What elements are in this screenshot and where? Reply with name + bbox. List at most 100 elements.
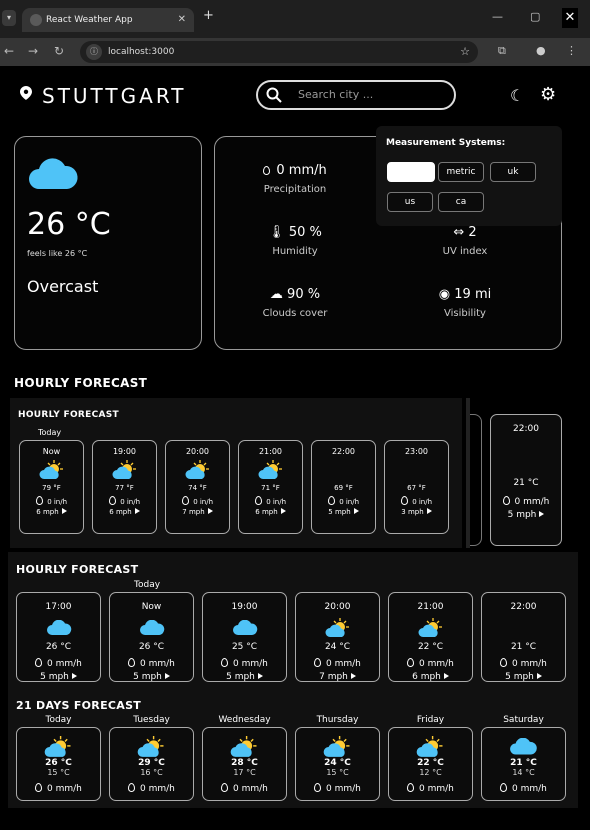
hour-wind: 5 mph — [312, 508, 375, 516]
hour-time: 23:00 — [404, 447, 429, 456]
hour-temp: 24 °C — [324, 642, 351, 652]
day-name: Friday — [416, 715, 445, 725]
unit-option-us[interactable]: us — [387, 192, 433, 212]
hour-temp: 71 °F — [261, 484, 280, 492]
uv-icon: ⇔ — [453, 225, 465, 240]
sun-cloud-icon — [203, 736, 286, 758]
cloud-icon — [17, 618, 100, 638]
hourly-forecast-panel: HOURLY FORECAST Today Now 79 °F 0 in/h 6 m… — [10, 398, 462, 548]
day-high-temp: 24 °C — [324, 758, 351, 768]
sun-cloud-icon — [239, 460, 302, 480]
drop-icon — [407, 658, 415, 667]
stat-clouds: ☁ 90 % Clouds cover — [215, 287, 375, 319]
sun-cloud-icon — [17, 736, 100, 758]
wind-value: 5 mph — [328, 508, 351, 516]
stat-uv-index: ⇔ 2 UV index — [385, 225, 545, 257]
profile-icon[interactable]: ● — [536, 44, 546, 57]
day-high-temp: 22 °C — [417, 758, 444, 768]
wind-direction-icon — [353, 508, 359, 514]
close-window-icon[interactable]: ✕ — [562, 8, 578, 28]
minimize-icon[interactable]: — — [492, 10, 503, 23]
wind-direction-icon — [71, 673, 77, 679]
bookmark-star-icon[interactable]: ☆ — [460, 41, 470, 63]
daily-card: 24 °C 15 °C 0 mm/h — [295, 727, 380, 801]
wind-value: 7 mph — [182, 508, 205, 516]
dark-mode-toggle-icon[interactable]: ☾ — [510, 86, 524, 105]
stat-label: Visibility — [444, 308, 486, 319]
day-low-temp: 12 °C — [419, 768, 442, 777]
day-label: Today — [38, 428, 62, 437]
daily-card: 26 °C 15 °C 0 mm/h — [16, 727, 101, 801]
drop-icon — [35, 496, 43, 505]
new-tab-icon[interactable]: + — [203, 8, 214, 23]
drop-icon — [400, 496, 408, 505]
day-precip: 0 mm/h — [203, 783, 286, 794]
unit-option-auto[interactable]: auto — [387, 162, 435, 182]
sun-cloud-icon — [296, 736, 379, 758]
day-precip: 0 mm/h — [110, 783, 193, 794]
wind-direction-icon — [164, 673, 170, 679]
moon-icon — [491, 442, 561, 472]
unit-option-ca[interactable]: ca — [438, 192, 484, 212]
hour-time: Now — [141, 602, 162, 612]
daily-forecast-title: 21 DAYS FORECAST — [16, 699, 142, 712]
close-tab-icon[interactable]: ✕ — [178, 8, 186, 32]
site-info-icon[interactable]: ⓘ — [86, 44, 102, 60]
hour-precip: 0 mm/h — [203, 658, 286, 669]
wind-direction-icon — [539, 511, 545, 517]
precip-value: 0 in/h — [266, 498, 287, 506]
wind-direction-icon — [134, 508, 140, 514]
settings-gear-icon[interactable]: ⚙ — [540, 84, 556, 105]
forward-icon[interactable]: → — [28, 44, 38, 58]
precip-value: 0 mm/h — [419, 784, 454, 794]
precip-value: 0 mm/h — [419, 659, 454, 669]
hour-wind: 6 mph — [389, 672, 472, 682]
drop-icon — [128, 658, 136, 667]
hourly-card: 20:00 24 °C 0 mm/h 7 mph — [295, 592, 380, 682]
hour-time: 22:00 — [510, 602, 537, 612]
extensions-icon[interactable]: ⧉ — [498, 44, 506, 58]
precip-value: 0 in/h — [339, 498, 360, 506]
drop-icon — [314, 783, 322, 792]
wind-value: 7 mph — [319, 672, 348, 682]
precip-value: 0 in/h — [412, 498, 433, 506]
url-field[interactable]: ⓘ localhost:3000 ☆ — [80, 41, 478, 63]
precip-value: 0 mm/h — [514, 497, 550, 507]
unit-option-uk[interactable]: uk — [490, 162, 536, 182]
wind-value: 5 mph — [133, 672, 162, 682]
hour-wind: 5 mph — [17, 672, 100, 682]
day-label: Today — [134, 580, 161, 590]
precip-value: 0 in/h — [120, 498, 141, 506]
wind-direction-icon — [207, 508, 213, 514]
cloud-icon — [110, 618, 193, 638]
back-icon[interactable]: ← — [4, 44, 14, 58]
drop-icon — [263, 166, 271, 175]
search-input[interactable]: Search city ... — [256, 80, 456, 110]
partial-card — [470, 414, 482, 546]
search-icon — [266, 87, 282, 103]
hourly-card: 17:00 26 °C 0 mm/h 5 mph — [16, 592, 101, 682]
popup-title: Measurement Systems: — [386, 138, 506, 148]
maximize-icon[interactable]: ▢ — [530, 10, 540, 23]
hourly-forecast-title: HOURLY FORECAST — [18, 410, 119, 420]
unit-option-metric[interactable]: metric — [438, 162, 484, 182]
eye-icon: ◉ — [438, 287, 451, 302]
wind-direction-icon — [280, 508, 286, 514]
hour-wind: 6 mph — [239, 508, 302, 516]
drop-icon — [500, 658, 508, 667]
day-low-temp: 17 °C — [233, 768, 256, 777]
tab-search-icon[interactable]: ▾ — [2, 10, 16, 26]
hour-wind: 3 mph — [385, 508, 448, 516]
browser-tab[interactable]: React Weather App ✕ — [22, 8, 194, 32]
hour-precip: 0 mm/h — [389, 658, 472, 669]
cloud-icon — [29, 158, 78, 189]
hour-time: 20:00 — [324, 602, 351, 612]
precip-value: 0 in/h — [47, 498, 68, 506]
precip-value: 0 mm/h — [326, 659, 361, 669]
hour-wind: 7 mph — [166, 508, 229, 516]
moon-icon — [482, 618, 565, 638]
reload-icon[interactable]: ↻ — [54, 44, 64, 58]
wind-value: 6 mph — [36, 508, 59, 516]
menu-icon[interactable]: ⋮ — [566, 44, 577, 57]
tab-favicon-icon — [30, 14, 42, 26]
